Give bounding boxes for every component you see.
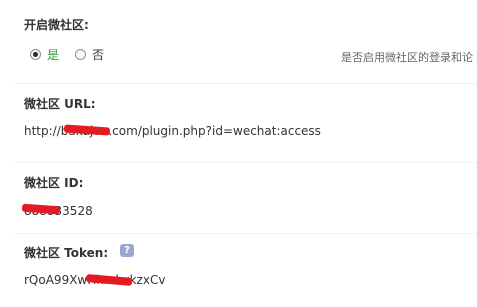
radio-yes-label[interactable]: 是 [47,46,59,63]
radio-yes[interactable] [30,49,41,60]
community-toggle-label: 开启微社区: [24,18,89,32]
community-toggle-hint: 是否启用微社区的登录和论 [341,51,473,64]
community-token-label: 微社区 Token: [24,246,109,260]
question-help-icon[interactable]: ? [120,244,134,257]
community-url-label: 微社区 URL: [24,97,96,111]
separator [14,83,477,84]
community-toggle-radio-group: 是 否 [30,46,120,63]
radio-no[interactable] [75,49,87,60]
radio-no-label[interactable]: 否 [92,46,104,63]
separator [14,233,477,234]
community-id-label: 微社区 ID: [24,176,84,190]
separator [14,162,477,163]
